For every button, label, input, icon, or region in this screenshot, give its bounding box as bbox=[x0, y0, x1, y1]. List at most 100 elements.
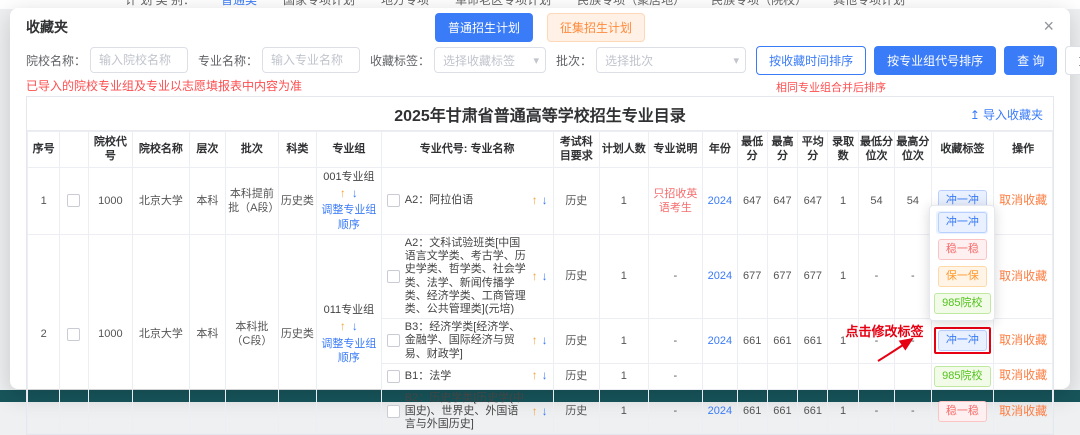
school-name-input[interactable] bbox=[90, 47, 188, 73]
cancel-favorite-link[interactable]: 取消收藏 bbox=[999, 368, 1047, 382]
adjust-group-order-link[interactable]: 调整专业组顺序 bbox=[319, 337, 379, 366]
tag-option-bao[interactable]: 保一保 bbox=[936, 265, 988, 288]
tag-option-985[interactable]: 985院校 bbox=[936, 292, 988, 315]
modal-header: 收藏夹 普通招生计划 征集招生计划 × bbox=[26, 8, 1054, 46]
cell-avg-score: 661 bbox=[798, 389, 828, 434]
hint-row: 已导入的院校专业组及专业以志愿填报表中内容为准 相同专业组合并后排序 bbox=[26, 74, 1054, 96]
cell-plan-count: 1 bbox=[600, 389, 649, 434]
cell-plan-count: 1 bbox=[600, 363, 649, 389]
close-icon[interactable]: × bbox=[1043, 17, 1054, 35]
cell-plan-count: 1 bbox=[600, 167, 649, 234]
table-row: 1 1000 北京大学 本科 本科提前批（A段） 历史类 001专业组 ↑ ↓ bbox=[28, 167, 1053, 234]
tag-option-label: 稳一稳 bbox=[938, 239, 987, 260]
cell-subject: 历史 bbox=[553, 363, 599, 389]
major-name-input[interactable] bbox=[262, 47, 360, 73]
move-group-down-icon[interactable]: ↓ bbox=[352, 186, 358, 202]
favorite-tag[interactable]: 冲一冲 bbox=[938, 330, 987, 351]
cell-min-rank: - bbox=[858, 389, 894, 434]
cancel-favorite-link[interactable]: 取消收藏 bbox=[999, 193, 1047, 207]
sort-by-group-code-button[interactable]: 按专业组代号排序 bbox=[874, 46, 996, 75]
favorite-tag[interactable]: 稳一稳 bbox=[938, 401, 987, 422]
col-header-tag: 收藏标签 bbox=[931, 132, 994, 168]
cell-avg-score: 647 bbox=[798, 167, 828, 234]
cell-major-note: - bbox=[648, 389, 703, 434]
cell-admit-count: 1 bbox=[828, 235, 858, 319]
move-major-up-icon[interactable]: ↑ bbox=[532, 193, 538, 209]
batch-filter-select[interactable]: 选择批次 ▾ bbox=[596, 47, 746, 73]
col-header-college-name: 院校名称 bbox=[133, 132, 190, 168]
tag-filter-select[interactable]: 选择收藏标签 ▾ bbox=[434, 47, 546, 73]
normal-plan-button[interactable]: 普通招生计划 bbox=[435, 13, 533, 42]
tag-option-wen[interactable]: 稳一稳 bbox=[936, 238, 988, 261]
table-title-bar: 2025年甘肃省普通高等学校招生专业目录 ↥ 导入收藏夹 bbox=[27, 97, 1053, 131]
major-checkbox[interactable] bbox=[387, 405, 400, 418]
major-checkbox[interactable] bbox=[387, 194, 400, 207]
col-header-admit-count: 录取数 bbox=[828, 132, 858, 168]
move-major-up-icon[interactable]: ↑ bbox=[532, 269, 538, 285]
major-group-cell: 011专业组 ↑ ↓ 调整专业组顺序 bbox=[319, 303, 379, 365]
cell-plan-count: 1 bbox=[600, 319, 649, 364]
bg-plan-type-label: 计 划 类 别： bbox=[125, 0, 195, 8]
cancel-favorite-link[interactable]: 取消收藏 bbox=[999, 404, 1047, 418]
bg-plan-type-item: 地方专项 bbox=[381, 0, 429, 8]
bg-plan-type-item: 普通类 bbox=[221, 0, 257, 8]
major-group-cell: 001专业组 ↑ ↓ 调整专业组顺序 bbox=[319, 170, 379, 232]
major-checkbox[interactable] bbox=[387, 334, 400, 347]
cell-min-rank: - bbox=[858, 235, 894, 319]
favorite-tag[interactable]: 985院校 bbox=[934, 366, 990, 387]
cell-year[interactable] bbox=[703, 363, 737, 389]
import-hint-text: 已导入的院校专业组及专业以志愿填报表中内容为准 bbox=[26, 77, 302, 94]
cell-min-score: 677 bbox=[737, 235, 767, 319]
move-major-down-icon[interactable]: ↓ bbox=[542, 333, 548, 349]
major-checkbox[interactable] bbox=[387, 370, 400, 383]
major-checkbox[interactable] bbox=[387, 270, 400, 283]
cell-year[interactable]: 2024 bbox=[703, 319, 737, 364]
move-major-down-icon[interactable]: ↓ bbox=[542, 269, 548, 285]
cell-year[interactable]: 2024 bbox=[703, 235, 737, 319]
cell-min-rank bbox=[858, 363, 894, 389]
cell-admit-count bbox=[828, 363, 858, 389]
move-group-up-icon[interactable]: ↑ bbox=[340, 186, 346, 202]
col-header-avg-score: 平均分 bbox=[798, 132, 828, 168]
cell-subject: 历史 bbox=[553, 389, 599, 434]
cell-min-score bbox=[737, 363, 767, 389]
reset-button[interactable]: 重 置 bbox=[1065, 46, 1080, 75]
cell-category: 历史类 bbox=[278, 167, 316, 234]
cell-level: 本科 bbox=[189, 167, 225, 234]
collect-plan-button[interactable]: 征集招生计划 bbox=[547, 13, 645, 42]
move-major-down-icon[interactable]: ↓ bbox=[542, 193, 548, 209]
move-group-down-icon[interactable]: ↓ bbox=[352, 319, 358, 335]
col-header-college-code: 院校代号 bbox=[88, 132, 132, 168]
major-group-name: 011专业组 bbox=[324, 303, 375, 317]
cell-college-name: 北京大学 bbox=[133, 235, 190, 434]
move-major-up-icon[interactable]: ↑ bbox=[532, 333, 538, 349]
cell-year[interactable]: 2024 bbox=[703, 167, 737, 234]
sort-by-time-button[interactable]: 按收藏时间排序 bbox=[756, 46, 866, 75]
move-major-down-icon[interactable]: ↓ bbox=[542, 404, 548, 420]
major-name: A2：阿拉伯语 bbox=[405, 194, 527, 207]
row-checkbox[interactable] bbox=[67, 328, 80, 341]
cell-year[interactable]: 2024 bbox=[703, 389, 737, 434]
cancel-favorite-link[interactable]: 取消收藏 bbox=[999, 269, 1047, 283]
col-header-min-rank: 最低分位次 bbox=[858, 132, 894, 168]
chevron-down-icon: ▾ bbox=[534, 54, 540, 67]
col-header-level: 层次 bbox=[189, 132, 225, 168]
row-checkbox[interactable] bbox=[67, 194, 80, 207]
move-major-up-icon[interactable]: ↑ bbox=[532, 404, 538, 420]
adjust-group-order-link[interactable]: 调整专业组顺序 bbox=[319, 203, 379, 232]
cell-max-score: 647 bbox=[767, 167, 797, 234]
annotation-arrow-icon bbox=[874, 334, 920, 364]
cell-major-note: - bbox=[648, 235, 703, 319]
tag-option-chong[interactable]: 冲一冲 bbox=[936, 211, 988, 234]
col-header-major-group: 专业组 bbox=[317, 132, 382, 168]
favorites-table: 序号 院校代号 院校名称 层次 批次 科类 专业组 专业代号: 专业名称 考试科… bbox=[27, 131, 1053, 434]
move-major-up-icon[interactable]: ↑ bbox=[532, 368, 538, 384]
query-button[interactable]: 查 询 bbox=[1004, 46, 1057, 75]
import-favorites-link[interactable]: ↥ 导入收藏夹 bbox=[970, 106, 1043, 123]
move-major-down-icon[interactable]: ↓ bbox=[542, 368, 548, 384]
col-header-max-rank: 最高分位次 bbox=[895, 132, 931, 168]
move-group-up-icon[interactable]: ↑ bbox=[340, 319, 346, 335]
cell-level: 本科 bbox=[189, 235, 225, 434]
cancel-favorite-link[interactable]: 取消收藏 bbox=[999, 333, 1047, 347]
bg-plan-type-item: 民族专项（聚居地） bbox=[577, 0, 685, 8]
